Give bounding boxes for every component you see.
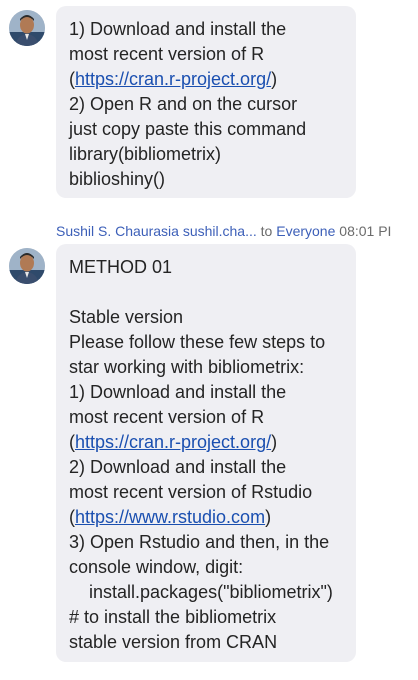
message-line: 1) Download and install the [69, 382, 287, 402]
cran-link[interactable]: https://cran.r-project.org/ [75, 69, 271, 89]
recipient-label: to [260, 223, 273, 239]
timestamp: 08:01 PI [339, 223, 392, 239]
message-line: just copy paste this command [69, 119, 307, 139]
message-line: (https://cran.r-project.org/) [69, 69, 278, 89]
avatar-photo-icon [9, 248, 45, 284]
avatar[interactable] [9, 248, 45, 284]
message-line: (https://cran.r-project.org/) [69, 432, 278, 452]
message-line: biblioshiny() [69, 169, 166, 189]
message-line: most recent version of Rstudio [69, 482, 313, 502]
recipient-everyone[interactable]: Everyone [276, 223, 335, 239]
cran-link[interactable]: https://cran.r-project.org/ [75, 432, 271, 452]
avatar-photo-icon [9, 10, 45, 46]
message-bubble: METHOD 01 Stable version Please follow t… [56, 244, 356, 662]
message-line: install.packages("bibliometrix") [69, 582, 333, 602]
message-line: console window, digit: [69, 557, 244, 577]
message-line: # to install the bibliometrix [69, 607, 277, 627]
message-line: stable version from CRAN [69, 632, 278, 652]
message-line: 2) Open R and on the cursor [69, 94, 298, 114]
message-bubble: 1) Download and install the most recent … [56, 6, 356, 198]
message-line: METHOD 01 [69, 257, 173, 277]
message-line: 2) Download and install the [69, 457, 287, 477]
rstudio-link[interactable]: https://www.rstudio.com [75, 507, 265, 527]
message-line: most recent version of R [69, 44, 265, 64]
avatar[interactable] [9, 10, 45, 46]
message-line: star working with bibliometrix: [69, 357, 305, 377]
message-line: 3) Open Rstudio and then, in the [69, 532, 330, 552]
message-header: Sushil S. Chaurasia sushil.cha... to Eve… [56, 221, 391, 241]
message-line: (https://www.rstudio.com) [69, 507, 272, 527]
message-line: 1) Download and install the [69, 19, 287, 39]
sender-name[interactable]: Sushil S. Chaurasia sushil.cha... [56, 223, 257, 239]
message-line: most recent version of R [69, 407, 265, 427]
message-line: Stable version [69, 307, 184, 327]
message-line: library(bibliometrix) [69, 144, 222, 164]
message-line: Please follow these few steps to [69, 332, 326, 352]
